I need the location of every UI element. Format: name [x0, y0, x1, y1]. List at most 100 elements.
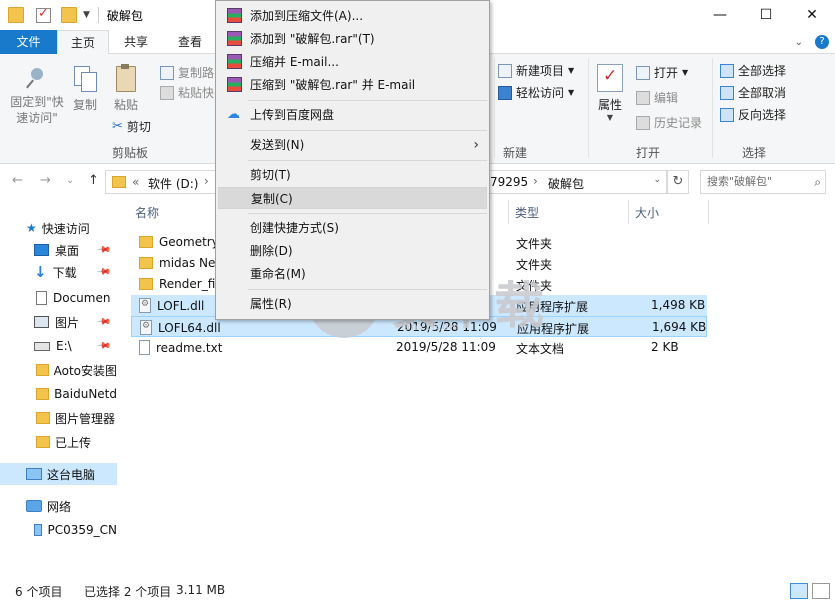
sidebar-item-network[interactable]: 网络 [0, 495, 117, 517]
sidebar-item-network-pc[interactable]: PC0359_CN [0, 519, 117, 541]
refresh-button[interactable]: ↻ [667, 170, 689, 194]
dropdown-arrow-icon: ▼ [568, 88, 575, 97]
new-group-label: 新建 [503, 146, 528, 160]
copy-button[interactable]: 复制 [68, 66, 102, 113]
new-folder-quick-icon[interactable] [61, 7, 77, 23]
history-label: 历史记录 [654, 116, 703, 130]
minimize-button[interactable]: — [697, 0, 743, 30]
column-header-name[interactable]: 名称 [135, 204, 159, 221]
search-input[interactable]: 搜索"破解包" ⌕ [700, 170, 826, 194]
sidebar-item-folder[interactable]: 图片管理器 [0, 407, 117, 429]
breadcrumb-drive[interactable]: 软件 (D:) [148, 175, 198, 192]
menu-item-upload-baidu[interactable]: ☁ 上传到百度网盘 [218, 104, 487, 126]
column-header-type[interactable]: 类型 [515, 204, 539, 221]
sidebar-item-quick-access[interactable]: ★ 快速访问 [0, 217, 117, 239]
select-all-icon [720, 63, 734, 78]
copy-path-button[interactable]: 复制路 [160, 64, 214, 81]
copy-label: 复制 [72, 98, 97, 112]
select-all-button[interactable]: 全部选择 [720, 62, 786, 79]
menu-item-send-to[interactable]: 发送到(N) › [218, 134, 487, 156]
sidebar-item-downloads[interactable]: ↓ 下载 📌 [0, 261, 117, 283]
network-icon [26, 500, 42, 512]
back-button[interactable]: ← [12, 173, 23, 188]
paste-shortcut-button[interactable]: 粘贴快 [160, 84, 214, 101]
sidebar-item-documents[interactable]: Documen [0, 287, 117, 309]
sidebar-item-folder[interactable]: Aoto安装图 [0, 359, 117, 381]
menu-item-rename[interactable]: 重命名(M) [218, 263, 487, 285]
cut-button[interactable]: ✂ 剪切 [112, 118, 151, 135]
menu-item-delete[interactable]: 删除(D) [218, 240, 487, 262]
sidebar-item-e-drive[interactable]: E:\ 📌 [0, 335, 117, 357]
tab-home[interactable]: 主页 [57, 30, 109, 55]
menu-item-create-shortcut[interactable]: 创建快捷方式(S) [218, 217, 487, 239]
up-button[interactable]: ↑ [88, 173, 99, 188]
menu-item-compress-rar-email[interactable]: 压缩到 "破解包.rar" 并 E-mail [218, 74, 487, 96]
pin-icon: 📌 [95, 314, 111, 330]
breadcrumb-chevron[interactable]: › [204, 174, 209, 188]
open-button[interactable]: 打开 ▼ [636, 64, 688, 81]
select-none-button[interactable]: 全部取消 [720, 84, 786, 101]
dll-file-icon [140, 320, 152, 335]
breadcrumb-segment[interactable]: 79295 [490, 175, 528, 189]
large-icons-view-icon[interactable] [812, 583, 830, 599]
open-icon [636, 65, 650, 80]
sidebar-item-folder[interactable]: 已上传 [0, 431, 117, 453]
properties-button[interactable]: 属性 ▼ [594, 64, 626, 122]
column-divider[interactable] [628, 200, 629, 224]
sidebar-item-label: Documen [53, 291, 111, 305]
breadcrumb-chevron[interactable]: › [533, 174, 538, 188]
folder-icon [139, 236, 153, 248]
sidebar-item-pictures[interactable]: 图片 📌 [0, 311, 117, 333]
copy-path-label: 复制路 [178, 66, 215, 80]
folder-icon [139, 257, 153, 269]
paste-label: 粘贴 [113, 98, 138, 112]
menu-item-label: 创建快捷方式(S) [250, 221, 339, 235]
close-button[interactable]: ✕ [789, 0, 835, 30]
computer-icon [26, 468, 42, 480]
paste-button[interactable]: 粘贴 [108, 64, 144, 113]
details-view-icon[interactable] [790, 583, 808, 599]
history-button[interactable]: 历史记录 [636, 114, 702, 131]
sidebar-item-folder[interactable]: BaiduNetd [0, 383, 117, 405]
menu-item-add-to-archive[interactable]: 添加到压缩文件(A)... [218, 5, 487, 27]
dropdown-arrow-icon: ▼ [568, 66, 575, 75]
download-icon: ↓ [34, 263, 47, 281]
breadcrumb-overflow[interactable]: « [132, 175, 139, 189]
invert-selection-button[interactable]: 反向选择 [720, 106, 786, 123]
easy-access-button[interactable]: 轻松访问 ▼ [498, 84, 574, 101]
sidebar-item-label: 已上传 [55, 435, 92, 450]
recent-locations-button[interactable]: ⌄ [66, 175, 74, 186]
menu-item-properties[interactable]: 属性(R) [218, 293, 487, 315]
tab-share[interactable]: 共享 [110, 30, 162, 54]
properties-quick-icon[interactable] [36, 6, 51, 23]
column-divider[interactable] [508, 200, 509, 224]
quick-access-toolbar-dropdown-icon[interactable]: ▼ [83, 10, 90, 20]
sidebar-item-desktop[interactable]: 桌面 📌 [0, 239, 117, 261]
maximize-button[interactable]: ☐ [743, 0, 789, 30]
column-header-size[interactable]: 大小 [635, 204, 659, 221]
pin-icon: 📌 [95, 242, 111, 258]
pin-to-quick-access-button[interactable]: 固定到"快速访问" [6, 66, 68, 126]
search-icon[interactable]: ⌕ [814, 171, 821, 193]
desktop-icon [34, 244, 49, 256]
paste-shortcut-label: 粘贴快 [178, 86, 215, 100]
breadcrumb-current[interactable]: 破解包 [548, 175, 584, 192]
menu-item-add-to-rar[interactable]: 添加到 "破解包.rar"(T) [218, 28, 487, 50]
tab-view[interactable]: 查看 [164, 30, 216, 54]
help-icon[interactable]: ? [815, 35, 829, 49]
sidebar-item-this-pc[interactable]: 这台电脑 [0, 463, 117, 485]
folder-icon [36, 388, 50, 400]
ribbon-collapse-icon[interactable]: ⌄ [795, 37, 803, 48]
select-none-label: 全部取消 [738, 86, 787, 100]
new-item-button[interactable]: 新建项目 ▼ [498, 62, 574, 79]
column-divider[interactable] [708, 200, 709, 224]
menu-item-compress-email[interactable]: 压缩并 E-mail... [218, 51, 487, 73]
menu-item-copy[interactable]: 复制(C) [218, 187, 487, 209]
window-title: 破解包 [106, 8, 143, 23]
edit-button[interactable]: 编辑 [636, 89, 678, 106]
tab-file[interactable]: 文件 [0, 30, 57, 54]
file-row[interactable]: readme.txt 2019/5/28 11:09 文本文档 2 KB [131, 337, 707, 358]
forward-button[interactable]: → [40, 173, 51, 188]
menu-item-cut[interactable]: 剪切(T) [218, 164, 487, 186]
address-dropdown-icon[interactable]: ⌄ [653, 175, 661, 185]
